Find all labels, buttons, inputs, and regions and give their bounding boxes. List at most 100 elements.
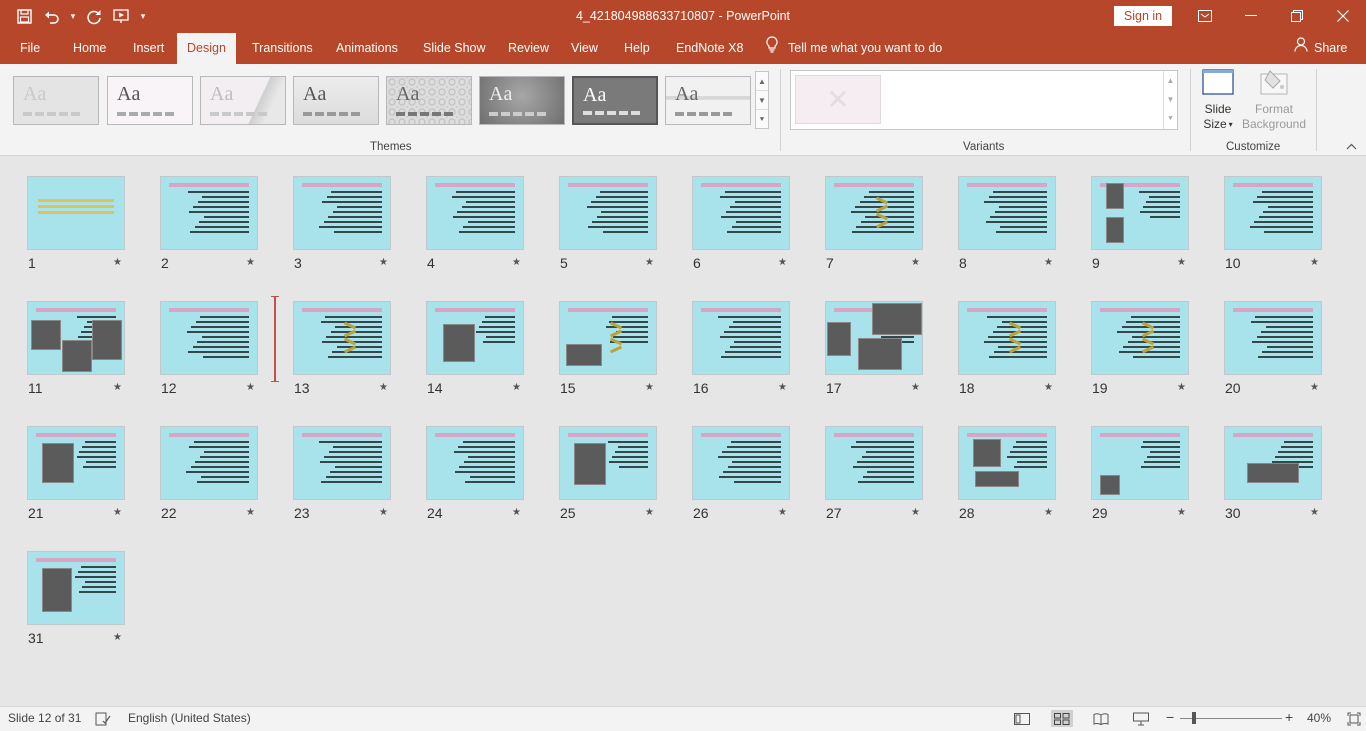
- tab-review[interactable]: Review: [508, 33, 549, 64]
- slide-thumbnail[interactable]: [1224, 301, 1322, 375]
- slideshow-view-icon[interactable]: [1130, 710, 1152, 727]
- format-background-button[interactable]: Format Background: [1240, 68, 1308, 132]
- tab-view[interactable]: View: [571, 33, 598, 64]
- save-icon[interactable]: [12, 5, 36, 29]
- transition-star-icon[interactable]: ★: [113, 507, 122, 518]
- transition-star-icon[interactable]: ★: [911, 507, 920, 518]
- transition-star-icon[interactable]: ★: [512, 507, 521, 518]
- scroll-down-icon[interactable]: ▼: [756, 91, 768, 110]
- slide-thumbnail[interactable]: [692, 301, 790, 375]
- theme-thumbnail-8[interactable]: Aa: [665, 76, 751, 125]
- transition-star-icon[interactable]: ★: [1044, 507, 1053, 518]
- transition-star-icon[interactable]: ★: [778, 257, 787, 268]
- transition-star-icon[interactable]: ★: [645, 257, 654, 268]
- tab-transitions[interactable]: Transitions: [252, 33, 313, 64]
- tab-home[interactable]: Home: [73, 33, 106, 64]
- transition-star-icon[interactable]: ★: [1044, 257, 1053, 268]
- slide-size-button[interactable]: Slide Size ▾: [1198, 68, 1238, 132]
- slide-thumbnail[interactable]: [692, 426, 790, 500]
- zoom-in-button[interactable]: +: [1285, 707, 1293, 727]
- slide-thumbnail[interactable]: [426, 426, 524, 500]
- transition-star-icon[interactable]: ★: [1310, 382, 1319, 393]
- zoom-slider-thumb[interactable]: [1192, 712, 1196, 724]
- slide-thumbnail[interactable]: [293, 176, 391, 250]
- transition-star-icon[interactable]: ★: [645, 382, 654, 393]
- theme-thumbnail-4[interactable]: Aa: [293, 76, 379, 125]
- slide-thumbnail[interactable]: [958, 301, 1056, 375]
- slide-thumbnail[interactable]: [160, 176, 258, 250]
- slide-thumbnail[interactable]: [1224, 426, 1322, 500]
- slide-thumbnail[interactable]: [1091, 301, 1189, 375]
- more-variants-icon[interactable]: ⯆: [1164, 109, 1177, 128]
- transition-star-icon[interactable]: ★: [113, 632, 122, 643]
- slide-thumbnail[interactable]: [559, 426, 657, 500]
- transition-star-icon[interactable]: ★: [379, 257, 388, 268]
- language-indicator[interactable]: English (United States): [128, 707, 251, 729]
- scroll-up-icon[interactable]: ▲: [756, 72, 768, 91]
- transition-star-icon[interactable]: ★: [1044, 382, 1053, 393]
- transition-star-icon[interactable]: ★: [645, 507, 654, 518]
- transition-star-icon[interactable]: ★: [1310, 257, 1319, 268]
- tab-animations[interactable]: Animations: [336, 33, 398, 64]
- transition-star-icon[interactable]: ★: [778, 507, 787, 518]
- customize-qat-icon[interactable]: ▾: [138, 11, 148, 22]
- slide-thumbnail[interactable]: [825, 426, 923, 500]
- transition-star-icon[interactable]: ★: [512, 382, 521, 393]
- slide-thumbnail[interactable]: [27, 301, 125, 375]
- sign-in-button[interactable]: Sign in: [1114, 6, 1172, 26]
- transition-star-icon[interactable]: ★: [113, 382, 122, 393]
- slide-thumbnail[interactable]: [958, 176, 1056, 250]
- transition-star-icon[interactable]: ★: [246, 257, 255, 268]
- transition-star-icon[interactable]: ★: [1310, 507, 1319, 518]
- theme-thumbnail-3[interactable]: Aa: [200, 76, 286, 125]
- transition-star-icon[interactable]: ★: [379, 382, 388, 393]
- transition-star-icon[interactable]: ★: [512, 257, 521, 268]
- transition-star-icon[interactable]: ★: [911, 257, 920, 268]
- slide-thumbnail[interactable]: [27, 176, 125, 250]
- collapse-ribbon-icon[interactable]: [1346, 142, 1357, 153]
- slide-thumbnail[interactable]: [27, 426, 125, 500]
- slide-thumbnail[interactable]: [293, 301, 391, 375]
- slide-thumbnail[interactable]: [559, 176, 657, 250]
- slide-sorter-icon[interactable]: [1051, 710, 1073, 727]
- tab-help[interactable]: Help: [624, 33, 650, 64]
- transition-star-icon[interactable]: ★: [1177, 257, 1186, 268]
- slide-thumbnail[interactable]: [426, 301, 524, 375]
- transition-star-icon[interactable]: ★: [1177, 382, 1186, 393]
- transition-star-icon[interactable]: ★: [379, 507, 388, 518]
- transition-star-icon[interactable]: ★: [246, 507, 255, 518]
- themes-gallery-scroll[interactable]: ▲ ▼ ⯆: [755, 71, 769, 129]
- variants-gallery-scroll[interactable]: ▲ ▼ ⯆: [1163, 71, 1177, 129]
- slide-thumbnail[interactable]: [958, 426, 1056, 500]
- fit-slide-icon[interactable]: [1343, 710, 1365, 727]
- slide-thumbnail[interactable]: [1091, 176, 1189, 250]
- tab-file[interactable]: File: [20, 33, 40, 64]
- transition-star-icon[interactable]: ★: [1177, 507, 1186, 518]
- slide-thumbnail[interactable]: [293, 426, 391, 500]
- theme-thumbnail-2[interactable]: Aa: [107, 76, 193, 125]
- share-button[interactable]: Share: [1294, 33, 1347, 64]
- reading-view-icon[interactable]: [1090, 710, 1112, 727]
- transition-star-icon[interactable]: ★: [778, 382, 787, 393]
- undo-icon[interactable]: [40, 5, 64, 29]
- slide-thumbnail[interactable]: [825, 301, 923, 375]
- scroll-down-icon[interactable]: ▼: [1164, 90, 1177, 109]
- tab-slide-show[interactable]: Slide Show: [423, 33, 486, 64]
- slide-thumbnail[interactable]: [160, 426, 258, 500]
- slide-thumbnail[interactable]: [27, 551, 125, 625]
- tab-endnote[interactable]: EndNote X8: [676, 33, 743, 64]
- slide-thumbnail[interactable]: [1224, 176, 1322, 250]
- scroll-up-icon[interactable]: ▲: [1164, 71, 1177, 90]
- minimize-icon[interactable]: [1228, 0, 1274, 32]
- slide-thumbnail[interactable]: [692, 176, 790, 250]
- transition-star-icon[interactable]: ★: [911, 382, 920, 393]
- close-icon[interactable]: [1320, 0, 1366, 32]
- tell-me-search[interactable]: Tell me what you want to do: [766, 33, 942, 64]
- slide-counter[interactable]: Slide 12 of 31: [8, 707, 81, 729]
- slide-thumbnail[interactable]: [825, 176, 923, 250]
- zoom-out-button[interactable]: −: [1166, 707, 1174, 727]
- slide-thumbnail[interactable]: [160, 301, 258, 375]
- theme-thumbnail-6[interactable]: Aa: [479, 76, 565, 125]
- variant-thumbnail-1[interactable]: ✕: [795, 75, 881, 124]
- zoom-level[interactable]: 40%: [1307, 707, 1331, 729]
